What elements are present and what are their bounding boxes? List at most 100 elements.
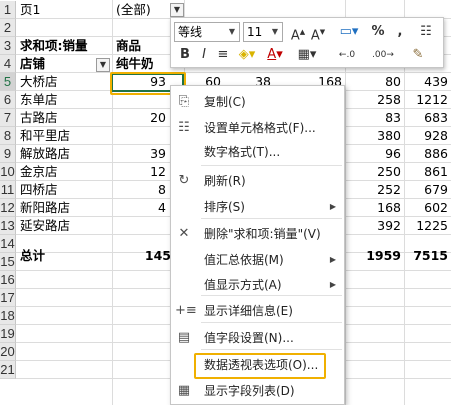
row-header[interactable]: 9 (0, 145, 16, 163)
store-name-cell[interactable]: 四桥店 (18, 181, 110, 199)
row-header[interactable]: 2 (0, 19, 16, 37)
row-header[interactable]: 21 (0, 361, 16, 379)
column-field-header: 商品 (116, 38, 142, 53)
total-col-f[interactable]: 1959 (345, 247, 404, 265)
value-cell-g[interactable]: 1212 (404, 91, 451, 109)
row-header[interactable]: 18 (0, 307, 16, 325)
total-col-b[interactable]: 145 (114, 247, 174, 265)
row-header[interactable]: 17 (0, 289, 16, 307)
value-cell-f[interactable]: 80 (345, 73, 404, 91)
store-name-cell[interactable]: 新阳路店 (18, 199, 110, 217)
menu-item[interactable]: 值汇总依据(M) ▶ (171, 248, 344, 272)
row-header[interactable]: 4 (0, 55, 16, 73)
row-header[interactable]: 13 (0, 217, 16, 235)
menu-item[interactable]: ⎘ 复制(C) (171, 90, 344, 114)
total-label: 总计 (20, 248, 46, 263)
align-center-button[interactable]: ≡ (215, 45, 231, 65)
menu-item[interactable]: 值显示方式(A) ▶ (171, 273, 344, 297)
value-cell-g[interactable]: 602 (404, 199, 451, 217)
milk-value-cell[interactable]: 20 (112, 109, 169, 127)
font-name-combo[interactable]: 等线 ▼ (174, 22, 240, 42)
milk-value-cell[interactable] (112, 217, 169, 235)
row-header[interactable]: 8 (0, 127, 16, 145)
page-filter-dropdown[interactable]: ▼ (170, 3, 184, 17)
menu-item-label: 显示详细信息(E) (204, 304, 293, 318)
store-name-cell[interactable]: 东单店 (18, 91, 110, 109)
menu-item[interactable]: +≡ 显示详细信息(E) (171, 299, 344, 323)
value-cell-g[interactable]: 1225 (404, 217, 451, 235)
row-header[interactable]: 3 (0, 37, 16, 55)
page-field-value[interactable]: (全部) (114, 1, 169, 19)
increase-decimal-icon[interactable]: ←.0 (331, 45, 363, 65)
row-header[interactable]: 7 (0, 109, 16, 127)
value-cell-g[interactable]: 928 (404, 127, 451, 145)
value-cell-f[interactable]: 168 (345, 199, 404, 217)
italic-button[interactable]: I (197, 45, 211, 65)
menu-item[interactable]: 数字格式(T)... (171, 140, 344, 164)
row-header[interactable]: 15 (0, 253, 16, 271)
value-cell-f[interactable]: 96 (345, 145, 404, 163)
row-header[interactable]: 14 (0, 235, 16, 253)
increase-font-icon[interactable]: A▲ (289, 22, 307, 43)
store-name-cell[interactable]: 古路店 (18, 109, 110, 127)
mini-toolbar: 等线 ▼ 11 ▼ A▲ A▼ ▭▾ % , ☷ B I ≡ ◈▾ A▾ ▦▾ … (170, 17, 444, 68)
decrease-decimal-icon[interactable]: .00→ (367, 45, 399, 65)
row-header[interactable]: 12 (0, 199, 16, 217)
decrease-font-icon[interactable]: A▼ (309, 22, 327, 43)
milk-value-cell[interactable]: 4 (112, 199, 169, 217)
menu-item[interactable]: ✕ 删除"求和项:销量"(V) (171, 222, 344, 246)
store-name-cell[interactable]: 大桥店 (18, 73, 110, 91)
menu-item[interactable]: ▦ 显示字段列表(D) (171, 379, 344, 403)
value-cell-g[interactable]: 861 (404, 163, 451, 181)
value-cell-g[interactable]: 439 (404, 73, 451, 91)
milk-value-cell[interactable]: 39 (112, 145, 169, 163)
format-table-icon[interactable]: ☷ (415, 22, 437, 42)
store-name-cell[interactable]: 金京店 (18, 163, 110, 181)
row-header[interactable]: 1 (0, 1, 16, 19)
total-col-g[interactable]: 7515 (404, 247, 451, 265)
row-header[interactable]: 19 (0, 325, 16, 343)
value-cell-g[interactable]: 679 (404, 181, 451, 199)
row-filter-dropdown[interactable]: ▼ (96, 58, 110, 72)
value-cell-f[interactable]: 392 (345, 217, 404, 235)
menu-item-label: 值显示方式(A) (204, 278, 282, 292)
value-cell-f[interactable]: 258 (345, 91, 404, 109)
milk-value-cell[interactable]: 12 (112, 163, 169, 181)
row-header[interactable]: 20 (0, 343, 16, 361)
store-name-cell[interactable]: 和平里店 (18, 127, 110, 145)
milk-value-cell[interactable] (112, 127, 169, 145)
value-cell-f[interactable]: 252 (345, 181, 404, 199)
submenu-arrow-icon: ▶ (329, 202, 336, 211)
row-header[interactable]: 11 (0, 181, 16, 199)
value-cell-f[interactable]: 250 (345, 163, 404, 181)
format-painter-icon[interactable]: ✎ (407, 45, 429, 65)
row-header[interactable]: 10 (0, 163, 16, 181)
value-cell-f[interactable]: 83 (345, 109, 404, 127)
accounting-format-icon[interactable]: ▭▾ (333, 22, 365, 42)
value-cell-g[interactable]: 886 (404, 145, 451, 163)
store-name-cell[interactable]: 解放路店 (18, 145, 110, 163)
milk-value-cell[interactable]: 8 (112, 181, 169, 199)
font-color-button[interactable]: A▾ (263, 45, 287, 65)
menu-separator (201, 165, 342, 166)
font-name-value: 等线 (178, 25, 203, 39)
menu-item-label: 值汇总依据(M) (204, 253, 284, 267)
percent-button[interactable]: % (369, 22, 387, 42)
menu-item[interactable]: ☷ 设置单元格格式(F)... (171, 116, 344, 140)
borders-icon[interactable]: ▦▾ (295, 45, 319, 65)
value-cell-f[interactable]: 380 (345, 127, 404, 145)
fill-color-icon[interactable]: ◈▾ (235, 45, 259, 65)
row-header[interactable]: 6 (0, 91, 16, 109)
store-name-cell[interactable]: 延安路店 (18, 217, 110, 235)
font-size-combo[interactable]: 11 ▼ (243, 22, 283, 42)
bold-button[interactable]: B (177, 45, 193, 65)
row-header[interactable]: 5 (0, 73, 16, 91)
comma-button[interactable]: , (393, 22, 407, 42)
menu-item-label: 数字格式(T)... (204, 145, 281, 159)
menu-item[interactable]: 排序(S) ▶ (171, 195, 344, 219)
menu-item[interactable]: ▤ 值字段设置(N)... (171, 326, 344, 350)
value-cell-g[interactable]: 683 (404, 109, 451, 127)
field-list-icon: ▦ (177, 383, 191, 398)
menu-item[interactable]: ↻ 刷新(R) (171, 169, 344, 193)
row-header[interactable]: 16 (0, 271, 16, 289)
